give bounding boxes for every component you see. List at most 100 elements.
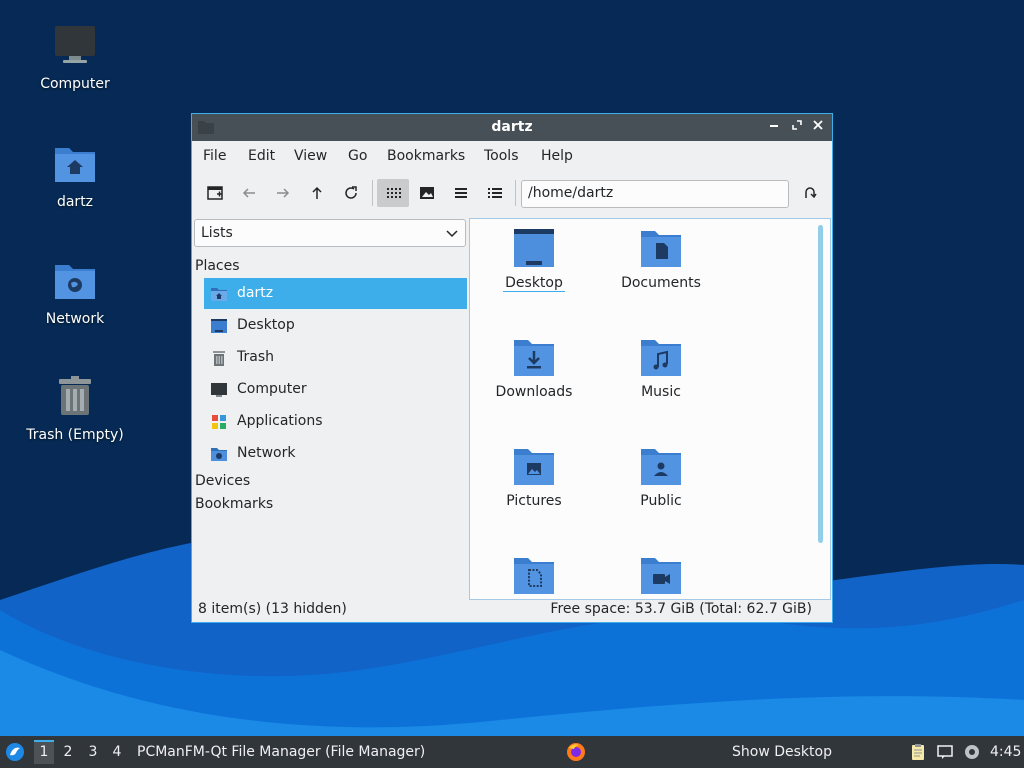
forward-icon [277, 188, 290, 198]
firefox-icon[interactable] [566, 742, 586, 762]
free-space-status: Free space: 53.7 GiB (Total: 62.7 GiB) [550, 601, 812, 617]
window-titlebar[interactable]: dartz [192, 114, 832, 141]
clipboard-icon[interactable] [909, 743, 927, 761]
file-item-label: Desktop [503, 275, 565, 292]
forward-button[interactable] [269, 179, 297, 207]
notification-icon[interactable] [936, 743, 954, 761]
desktop-icon-trash[interactable]: Trash (Empty) [15, 373, 135, 443]
desktop-icon-home[interactable]: dartz [15, 140, 135, 210]
settings-icon[interactable] [963, 743, 981, 761]
menu-edit[interactable]: Edit [248, 148, 275, 164]
taskbar-window-button[interactable]: PCManFM-Qt File Manager (File Manager) [137, 744, 425, 760]
taskbar: 1 2 3 4 PCManFM-Qt File Manager (File Ma… [0, 736, 1024, 768]
file-item-label: Documents [621, 275, 701, 291]
toolbar: /home/dartz [192, 171, 832, 211]
sidebar-item-network[interactable]: Network [204, 438, 467, 469]
go-button[interactable] [795, 179, 823, 207]
sidebar-item-computer[interactable]: Computer [204, 374, 467, 405]
computer-icon [211, 383, 227, 397]
file-item[interactable]: Public [601, 445, 721, 509]
bookmarks-header[interactable]: Bookmarks [195, 496, 273, 512]
compact-view-icon [455, 188, 467, 198]
applications-icon [212, 415, 226, 429]
close-icon [813, 120, 823, 130]
menu-help[interactable]: Help [541, 148, 573, 164]
sidebar-item-label: Desktop [237, 317, 295, 333]
back-button[interactable] [235, 179, 263, 207]
devices-header[interactable]: Devices [195, 473, 250, 489]
chevron-down-icon [446, 230, 458, 238]
detailed-list-icon [488, 188, 502, 198]
vertical-scrollbar[interactable] [818, 225, 823, 543]
window-title: dartz [491, 119, 533, 135]
file-item-label: Music [641, 384, 681, 400]
desktop-folder-icon [514, 229, 554, 267]
status-bar: 8 item(s) (13 hidden) Free space: 53.7 G… [192, 598, 832, 622]
network-folder-icon [211, 448, 227, 461]
file-item[interactable]: Desktop [474, 227, 594, 292]
workspace-2[interactable]: 2 [58, 740, 78, 764]
home-folder-icon [211, 288, 227, 301]
maximize-button[interactable] [789, 119, 805, 135]
item-count-status: 8 item(s) (13 hidden) [198, 601, 347, 617]
desktop-icon-label: Network [45, 311, 105, 327]
sidebar-item-desktop[interactable]: Desktop [204, 310, 467, 341]
menu-go[interactable]: Go [348, 148, 367, 164]
pictures-folder-icon [514, 449, 554, 485]
workspace-1[interactable]: 1 [34, 740, 54, 764]
network-folder-icon [55, 265, 95, 299]
back-icon [242, 188, 255, 198]
show-desktop-button[interactable]: Show Desktop [732, 744, 832, 760]
trash-icon [59, 376, 91, 415]
new-tab-icon [207, 186, 223, 200]
home-folder-icon [55, 148, 95, 182]
icon-view-icon [387, 188, 401, 198]
places-header[interactable]: Places [195, 258, 240, 274]
file-manager-window: dartz File Edit View Go Bookmarks Tools … [191, 113, 833, 623]
menu-view[interactable]: View [294, 148, 327, 164]
desktop-icon-label: Computer [40, 76, 110, 92]
file-item[interactable] [474, 554, 594, 599]
trash-icon [213, 351, 225, 366]
minimize-icon [770, 125, 778, 127]
menu-file[interactable]: File [203, 148, 226, 164]
new-tab-button[interactable] [201, 179, 229, 207]
reload-button[interactable] [337, 179, 365, 207]
thumbnail-view-button[interactable] [413, 179, 441, 207]
go-icon [805, 187, 817, 199]
compact-view-button[interactable] [447, 179, 475, 207]
sidebar-item-label: dartz [237, 285, 274, 301]
minimize-button[interactable] [766, 119, 782, 135]
icon-view-button[interactable] [377, 179, 409, 207]
desktop-folder-icon [211, 319, 227, 333]
file-item[interactable]: Downloads [474, 336, 594, 400]
sidebar-item-trash[interactable]: Trash [204, 342, 467, 373]
documents-folder-icon [641, 231, 681, 267]
menu-tools[interactable]: Tools [484, 148, 519, 164]
toolbar-separator [372, 180, 373, 206]
workspace-4[interactable]: 4 [107, 740, 127, 764]
file-item[interactable]: Documents [601, 227, 721, 291]
templates-folder-icon [514, 558, 554, 594]
desktop-icon-computer[interactable]: Computer [15, 22, 135, 92]
clock[interactable]: 4:45 [990, 744, 1021, 760]
up-button[interactable] [303, 179, 331, 207]
sidebar-item-label: Trash [237, 349, 274, 365]
sidebar-item-label: Network [237, 445, 296, 461]
file-item[interactable]: Pictures [474, 445, 594, 509]
workspace-3[interactable]: 3 [83, 740, 103, 764]
start-menu-icon[interactable] [5, 742, 25, 762]
detailed-list-button[interactable] [481, 179, 509, 207]
path-input[interactable]: /home/dartz [521, 180, 789, 208]
menu-bookmarks[interactable]: Bookmarks [387, 148, 465, 164]
sidebar-item-applications[interactable]: Applications [204, 406, 467, 437]
file-view[interactable]: Desktop Documents Downloads Music Pictur… [469, 218, 831, 600]
desktop-icon-label: Trash (Empty) [26, 427, 124, 443]
side-pane-mode-select[interactable]: Lists [194, 219, 466, 247]
sidebar-item-label: Computer [237, 381, 307, 397]
file-item[interactable] [601, 554, 721, 599]
sidebar-item-home[interactable]: dartz [204, 278, 467, 309]
close-button[interactable] [810, 119, 826, 135]
desktop-icon-network[interactable]: Network [15, 257, 135, 327]
file-item[interactable]: Music [601, 336, 721, 400]
